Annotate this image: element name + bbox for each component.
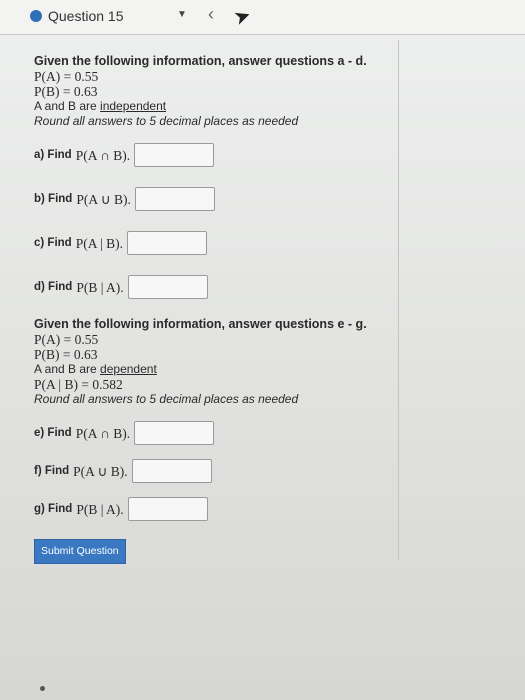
part2-heading: Given the following information, answer … [34,317,367,331]
question-a-expr: P(A ∩ B). [75,147,131,163]
question-b-row: b) Find P(A ∪ B). [34,187,394,211]
question-status-dot [30,10,42,22]
dependent-link[interactable]: dependent [100,362,157,376]
question-e-row: e) Find P(A ∩ B). [34,421,394,445]
mouse-pointer-icon: ➤ [230,3,255,31]
part2-dependence-line: A and B are dependent [34,362,394,377]
answer-b-input[interactable] [134,187,215,211]
question-header-bar: Question 15 ▼ ‹ ➤ [0,0,525,35]
screen-speck [40,686,45,691]
question-f-expr: P(A ∪ B). [73,463,128,479]
part2-dependence-prefix: A and B are [34,362,101,376]
question-g-row: g) Find P(B | A). [34,497,394,521]
question-g-expr: P(B | A). [76,501,124,517]
question-f-label: f) Find [34,464,70,477]
question-e-expr: P(A ∩ B). [75,425,131,441]
question-content: Given the following information, answer … [34,54,394,564]
question-a-label: a) Find [34,148,72,161]
question-f-row: f) Find P(A ∪ B). [34,459,394,483]
answer-f-input[interactable] [131,459,212,483]
question-e-label: e) Find [34,426,72,439]
answer-e-input[interactable] [134,421,215,445]
answer-c-input[interactable] [127,231,208,255]
question-a-row: a) Find P(A ∩ B). [34,143,394,167]
dropdown-caret-icon[interactable]: ▼ [177,9,187,20]
question-b-expr: P(A ∪ B). [76,191,131,207]
question-number: Question 15 [48,8,124,24]
answer-a-input[interactable] [134,143,215,167]
part2-round-note: Round all answers to 5 decimal places as… [34,392,299,406]
part2-pab: P(A | B) = 0.582 [34,377,123,392]
part1-independence-line: A and B are independent [34,99,394,114]
question-g-label: g) Find [34,502,73,515]
submit-wrapper: Submit Question [34,539,394,564]
part1-pa: P(A) = 0.55 [34,69,99,84]
question-d-row: d) Find P(B | A). [34,275,394,299]
submit-question-button[interactable]: Submit Question [34,539,126,564]
previous-question-icon[interactable]: ‹ [208,4,214,25]
independent-link[interactable]: independent [100,99,166,113]
answer-g-input[interactable] [127,497,208,521]
part1-independence-prefix: A and B are [34,99,101,113]
part2-pa: P(A) = 0.55 [34,332,99,347]
question-c-row: c) Find P(A | B). [34,231,394,255]
part1-pb: P(B) = 0.63 [34,84,98,99]
page-background: Question 15 ▼ ‹ ➤ Given the following in… [0,0,525,700]
question-c-expr: P(A | B). [75,235,124,251]
question-c-label: c) Find [34,236,72,249]
part2-pb: P(B) = 0.63 [34,347,98,362]
question-d-expr: P(B | A). [76,279,124,295]
question-b-label: b) Find [34,192,73,205]
part1-round-note: Round all answers to 5 decimal places as… [34,114,299,128]
part1-heading: Given the following information, answer … [34,54,367,68]
question-d-label: d) Find [34,280,73,293]
content-divider [398,40,399,560]
answer-d-input[interactable] [127,275,208,299]
